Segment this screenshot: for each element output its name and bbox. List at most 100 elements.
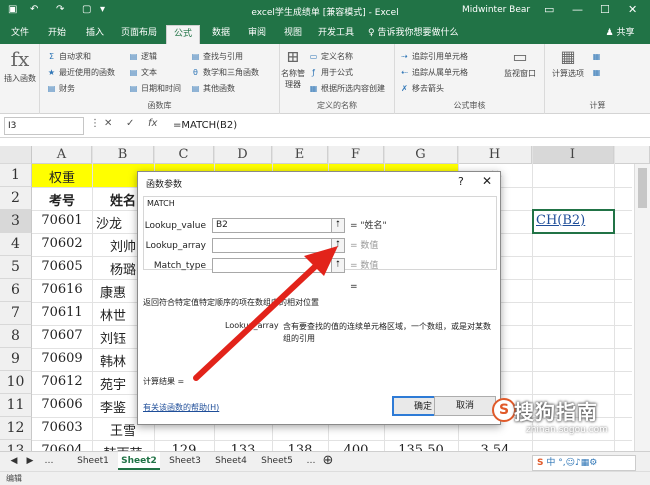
- cell-i3[interactable]: CH(B2): [536, 213, 612, 228]
- row-header[interactable]: 12: [0, 417, 32, 440]
- share-button[interactable]: ♟ 共享: [598, 24, 642, 42]
- lookup-button[interactable]: ▤ 查找与引用: [190, 50, 243, 63]
- row-header[interactable]: 7: [0, 302, 32, 325]
- sheet-tab-3[interactable]: Sheet3: [164, 452, 206, 470]
- select-all-corner[interactable]: [0, 146, 32, 164]
- more-functions-button[interactable]: ▤ 其他函数: [190, 82, 235, 95]
- col-header-c[interactable]: C: [154, 146, 214, 164]
- cell-a1[interactable]: 权重: [32, 167, 92, 186]
- cell-e13[interactable]: 138: [272, 443, 328, 451]
- scrollbar-thumb[interactable]: [638, 168, 647, 208]
- cell-b6[interactable]: 康惠: [100, 282, 136, 301]
- cell-d13[interactable]: 133: [214, 443, 272, 451]
- tab-data[interactable]: 数据: [204, 25, 238, 44]
- sheet-tab-5[interactable]: Sheet5: [256, 452, 298, 470]
- more-icon[interactable]: ⋮: [90, 118, 100, 129]
- cell-b9[interactable]: 韩林: [100, 351, 136, 370]
- autosum-button[interactable]: Σ 自动求和: [46, 50, 91, 63]
- fx-icon[interactable]: fx: [148, 118, 157, 129]
- cell-h13[interactable]: 3.54: [458, 443, 532, 451]
- dialog-help-icon[interactable]: ?: [458, 175, 464, 188]
- lookup-value-input[interactable]: B2: [212, 218, 332, 233]
- name-manager-button[interactable]: ⊞ 名称管理器: [280, 47, 306, 90]
- financial-button[interactable]: ▤ 财务: [46, 82, 75, 95]
- watch-window-button[interactable]: ▭ 监视窗口: [499, 47, 541, 79]
- cell-a10[interactable]: 70612: [32, 374, 92, 389]
- define-name-button[interactable]: ▭ 定义名称: [308, 50, 353, 63]
- tell-me-box[interactable]: ♀ 告诉我你想要做什么: [368, 25, 472, 44]
- lookup-array-input[interactable]: [212, 238, 332, 253]
- confirm-icon[interactable]: ✓: [126, 118, 134, 129]
- cell-a5[interactable]: 70605: [32, 259, 92, 274]
- cell-c13[interactable]: 129: [154, 443, 214, 451]
- math-trig-button[interactable]: θ 数学和三角函数: [190, 66, 259, 79]
- ribbon-display-icon[interactable]: ▭: [544, 3, 554, 16]
- cell-b7[interactable]: 林世: [100, 305, 136, 324]
- minimize-icon[interactable]: —: [572, 3, 583, 16]
- row-header[interactable]: 5: [0, 256, 32, 279]
- row-header[interactable]: 2: [0, 187, 32, 210]
- cell-b11[interactable]: 李鉴: [100, 397, 136, 416]
- tab-insert[interactable]: 插入: [78, 25, 112, 44]
- match-type-input[interactable]: [212, 258, 332, 273]
- user-name[interactable]: Midwinter Bear: [462, 5, 530, 15]
- use-in-formula-button[interactable]: ƒ 用于公式: [308, 66, 353, 79]
- help-link[interactable]: 有关该函数的帮助(H): [143, 402, 219, 413]
- cell-a9[interactable]: 70609: [32, 351, 92, 366]
- calc-options-button[interactable]: ▦ 计算选项: [551, 47, 585, 79]
- cell-g13[interactable]: 135.50: [384, 443, 458, 451]
- tab-developer[interactable]: 开发工具: [314, 25, 358, 44]
- remove-arrows-button[interactable]: ✗ 移去箭头: [399, 82, 444, 95]
- cell-b5[interactable]: 杨璐: [110, 259, 136, 278]
- col-header-b[interactable]: B: [92, 146, 154, 164]
- trace-dependents-button[interactable]: ⇠ 追踪从属单元格: [399, 66, 468, 79]
- tab-file[interactable]: 文件: [4, 25, 36, 44]
- add-sheet-icon[interactable]: ⊕: [320, 452, 336, 470]
- cell-b13[interactable]: 韩雨萌: [92, 443, 154, 451]
- create-from-selection-button[interactable]: ▦ 根据所选内容创建: [308, 82, 385, 95]
- cancel-icon[interactable]: ✕: [104, 118, 112, 129]
- next-sheet-icon[interactable]: ▶: [24, 452, 36, 470]
- row-header[interactable]: 6: [0, 279, 32, 302]
- col-header-i[interactable]: I: [532, 146, 614, 164]
- row-header[interactable]: 13: [0, 440, 32, 451]
- calc-now-icon[interactable]: ▦: [591, 50, 604, 63]
- cell-a4[interactable]: 70602: [32, 236, 92, 251]
- cell-a2[interactable]: 考号: [32, 190, 92, 209]
- more-sheets-icon[interactable]: …: [42, 452, 56, 470]
- col-header-a[interactable]: A: [32, 146, 92, 164]
- formula-input[interactable]: =MATCH(B2): [173, 120, 237, 131]
- col-header-d[interactable]: D: [214, 146, 272, 164]
- cell-b10[interactable]: 苑宇: [100, 374, 136, 393]
- collapse-dialog-icon[interactable]: ⭡: [331, 218, 345, 233]
- row-header[interactable]: 4: [0, 233, 32, 256]
- cell-a11[interactable]: 70606: [32, 397, 92, 412]
- col-header-g[interactable]: G: [384, 146, 458, 164]
- insert-function-button[interactable]: fx 插入函数: [2, 47, 38, 84]
- calc-sheet-icon[interactable]: ▦: [591, 66, 604, 79]
- trace-precedents-button[interactable]: ⇢ 追踪引用单元格: [399, 50, 468, 63]
- tab-page-layout[interactable]: 页面布局: [116, 25, 162, 44]
- cell-a3[interactable]: 70601: [32, 213, 92, 228]
- cell-a12[interactable]: 70603: [32, 420, 92, 435]
- close-icon[interactable]: ✕: [628, 3, 637, 16]
- vertical-scrollbar[interactable]: [634, 164, 650, 451]
- col-header-f[interactable]: F: [328, 146, 384, 164]
- col-header-j[interactable]: [614, 146, 650, 164]
- text-button[interactable]: ▤ 文本: [128, 66, 157, 79]
- cell-b12[interactable]: 王雪: [110, 420, 136, 439]
- sheet-tab-4[interactable]: Sheet4: [210, 452, 252, 470]
- cell-b8[interactable]: 刘钰: [100, 328, 136, 347]
- tab-review[interactable]: 审阅: [240, 25, 274, 44]
- cell-a6[interactable]: 70616: [32, 282, 92, 297]
- collapse-dialog-icon[interactable]: ⭡: [331, 238, 345, 253]
- date-time-button[interactable]: ▤ 日期和时间: [128, 82, 181, 95]
- ime-toolbar[interactable]: S 中 °,☺♪▦⚙: [532, 455, 636, 471]
- row-header[interactable]: 3: [0, 210, 32, 233]
- cell-f13[interactable]: 400: [328, 443, 384, 451]
- row-header[interactable]: 10: [0, 371, 32, 394]
- col-header-e[interactable]: E: [272, 146, 328, 164]
- dialog-close-icon[interactable]: ✕: [482, 174, 492, 188]
- cancel-button[interactable]: 取消: [434, 396, 496, 416]
- cell-a13[interactable]: 70604: [32, 443, 92, 451]
